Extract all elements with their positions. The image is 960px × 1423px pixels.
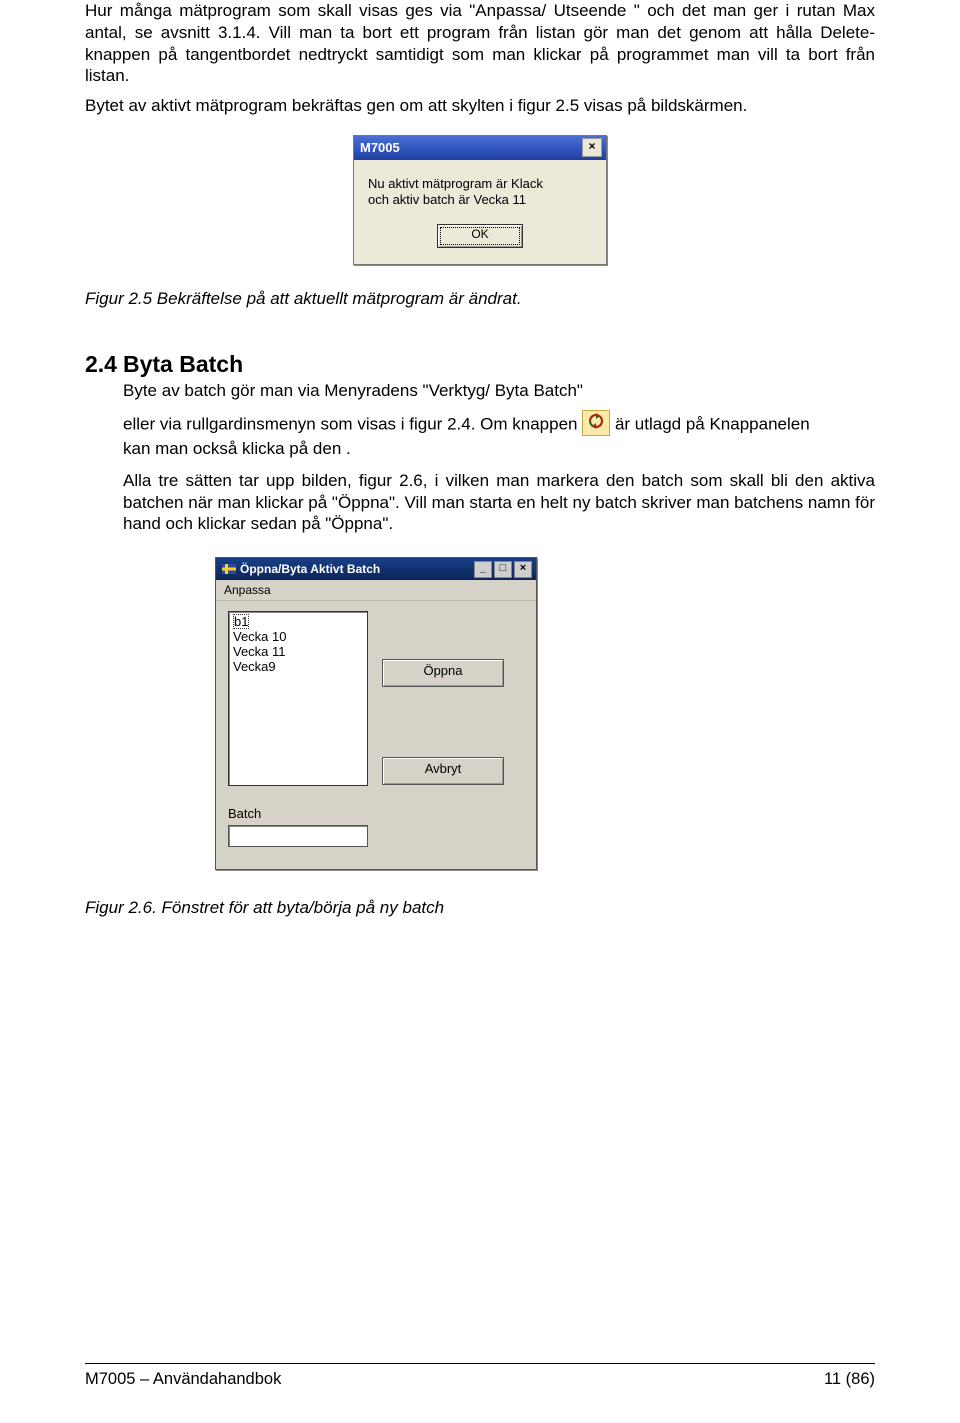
section-title: Byta Batch bbox=[123, 351, 243, 377]
batch-input[interactable] bbox=[228, 825, 368, 847]
cancel-button[interactable]: Avbryt bbox=[382, 757, 504, 785]
dialog1-titlebar: M7005 × bbox=[354, 136, 606, 160]
dialog1-line2: och aktiv batch är Vecka 11 bbox=[368, 192, 592, 208]
paragraph-1: Hur många mätprogram som skall visas ges… bbox=[85, 0, 875, 87]
footer-right: 11 (86) bbox=[824, 1370, 875, 1389]
minimize-icon[interactable]: _ bbox=[474, 561, 492, 578]
section-line2a: eller via rullgardinsmenyn som visas i f… bbox=[123, 414, 577, 433]
dialog2-titlebar: Öppna/Byta Aktivt Batch _ □ × bbox=[216, 558, 536, 580]
list-item[interactable]: b1 bbox=[233, 614, 249, 629]
figure-caption-2-5: Figur 2.5 Bekräftelse på att aktuellt mä… bbox=[85, 289, 875, 309]
flag-icon bbox=[222, 564, 236, 574]
section-line3: kan man också klicka på den . bbox=[123, 438, 875, 460]
paragraph-2: Bytet av aktivt mätprogram bekräftas gen… bbox=[85, 95, 875, 117]
refresh-icon[interactable] bbox=[582, 410, 610, 436]
close-icon[interactable]: × bbox=[514, 561, 532, 578]
dialog-open-batch: Öppna/Byta Aktivt Batch _ □ × Anpassa b1… bbox=[215, 557, 537, 870]
dialog2-menu[interactable]: Anpassa bbox=[216, 580, 536, 601]
dialog1-line1: Nu aktivt mätprogram är Klack bbox=[368, 176, 592, 192]
list-item[interactable]: Vecka 11 bbox=[233, 644, 363, 659]
batch-label: Batch bbox=[228, 806, 524, 821]
dialog1-title: M7005 bbox=[360, 140, 400, 155]
ok-button[interactable]: OK bbox=[437, 224, 523, 248]
page-footer: M7005 – Användahandbok 11 (86) bbox=[85, 1363, 875, 1389]
dialog2-title: Öppna/Byta Aktivt Batch bbox=[240, 562, 380, 576]
section-line2b: är utlagd på Knappanelen bbox=[615, 414, 810, 433]
batch-listbox[interactable]: b1 Vecka 10 Vecka 11 Vecka9 bbox=[228, 611, 368, 786]
close-icon[interactable]: × bbox=[582, 138, 602, 157]
section-para3: Alla tre sätten tar upp bilden, figur 2.… bbox=[123, 470, 875, 535]
footer-left: M7005 – Användahandbok bbox=[85, 1370, 281, 1389]
list-item[interactable]: Vecka9 bbox=[233, 659, 363, 674]
dialog-m7005: M7005 × Nu aktivt mätprogram är Klack oc… bbox=[353, 135, 607, 266]
section-line1: Byte av batch gör man via Menyradens "Ve… bbox=[123, 380, 875, 402]
list-item[interactable]: Vecka 10 bbox=[233, 629, 363, 644]
section-number: 2.4 bbox=[85, 351, 123, 378]
section-heading-2-4: 2.4Byta Batch bbox=[85, 351, 875, 378]
open-button[interactable]: Öppna bbox=[382, 659, 504, 687]
maximize-icon[interactable]: □ bbox=[494, 561, 512, 578]
figure-caption-2-6: Figur 2.6. Fönstret för att byta/börja p… bbox=[85, 898, 875, 918]
